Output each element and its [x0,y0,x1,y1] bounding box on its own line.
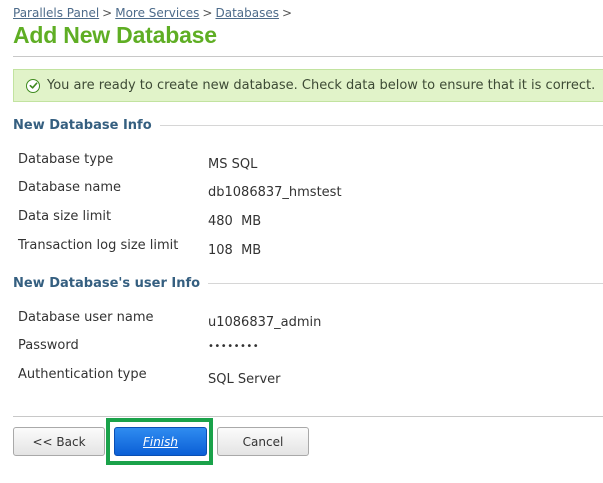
database-name-value: db1086837_hmstest [208,185,342,200]
breadcrumb-separator: > [281,6,293,20]
database-type-value: MS SQL [208,157,258,172]
breadcrumb-link-parallels-panel[interactable]: Parallels Panel [13,6,99,20]
status-message: You are ready to create new database. Ch… [13,69,603,102]
section-divider [159,125,603,126]
password-value: •••••••• [208,341,260,352]
breadcrumb-separator: > [202,6,213,20]
password-label: Password [18,338,79,353]
breadcrumb-link-more-services[interactable]: More Services [115,6,199,20]
check-circle-icon [26,78,40,93]
breadcrumb: Parallels Panel > More Services > Databases > [13,6,295,20]
authentication-type-value: SQL Server [208,372,281,387]
page-title: Add New Database [13,22,217,48]
database-user-name-value: u1086837_admin [208,315,322,330]
back-button[interactable]: << Back [13,427,105,456]
database-user-name-label: Database user name [18,310,154,325]
section-divider [208,283,603,284]
form-divider [13,416,603,417]
breadcrumb-link-databases[interactable]: Databases [215,6,279,20]
status-message-text: You are ready to create new database. Ch… [47,78,596,93]
section-heading: New Database Info [13,118,152,133]
title-divider [13,56,603,57]
transaction-log-size-limit-label: Transaction log size limit [18,238,179,253]
transaction-log-size-limit-value: 108 MB [208,243,262,258]
finish-button[interactable]: Finish [114,427,207,456]
section-heading: New Database's user Info [13,276,201,291]
data-size-limit-label: Data size limit [18,209,112,224]
database-type-label: Database type [18,152,114,167]
section-user-info: New Database's user Info [13,276,603,291]
authentication-type-label: Authentication type [18,367,147,382]
database-name-label: Database name [18,180,122,195]
data-size-limit-value: 480 MB [208,214,262,229]
cancel-button[interactable]: Cancel [217,427,309,456]
breadcrumb-separator: > [102,6,113,20]
section-database-info: New Database Info [13,118,603,133]
